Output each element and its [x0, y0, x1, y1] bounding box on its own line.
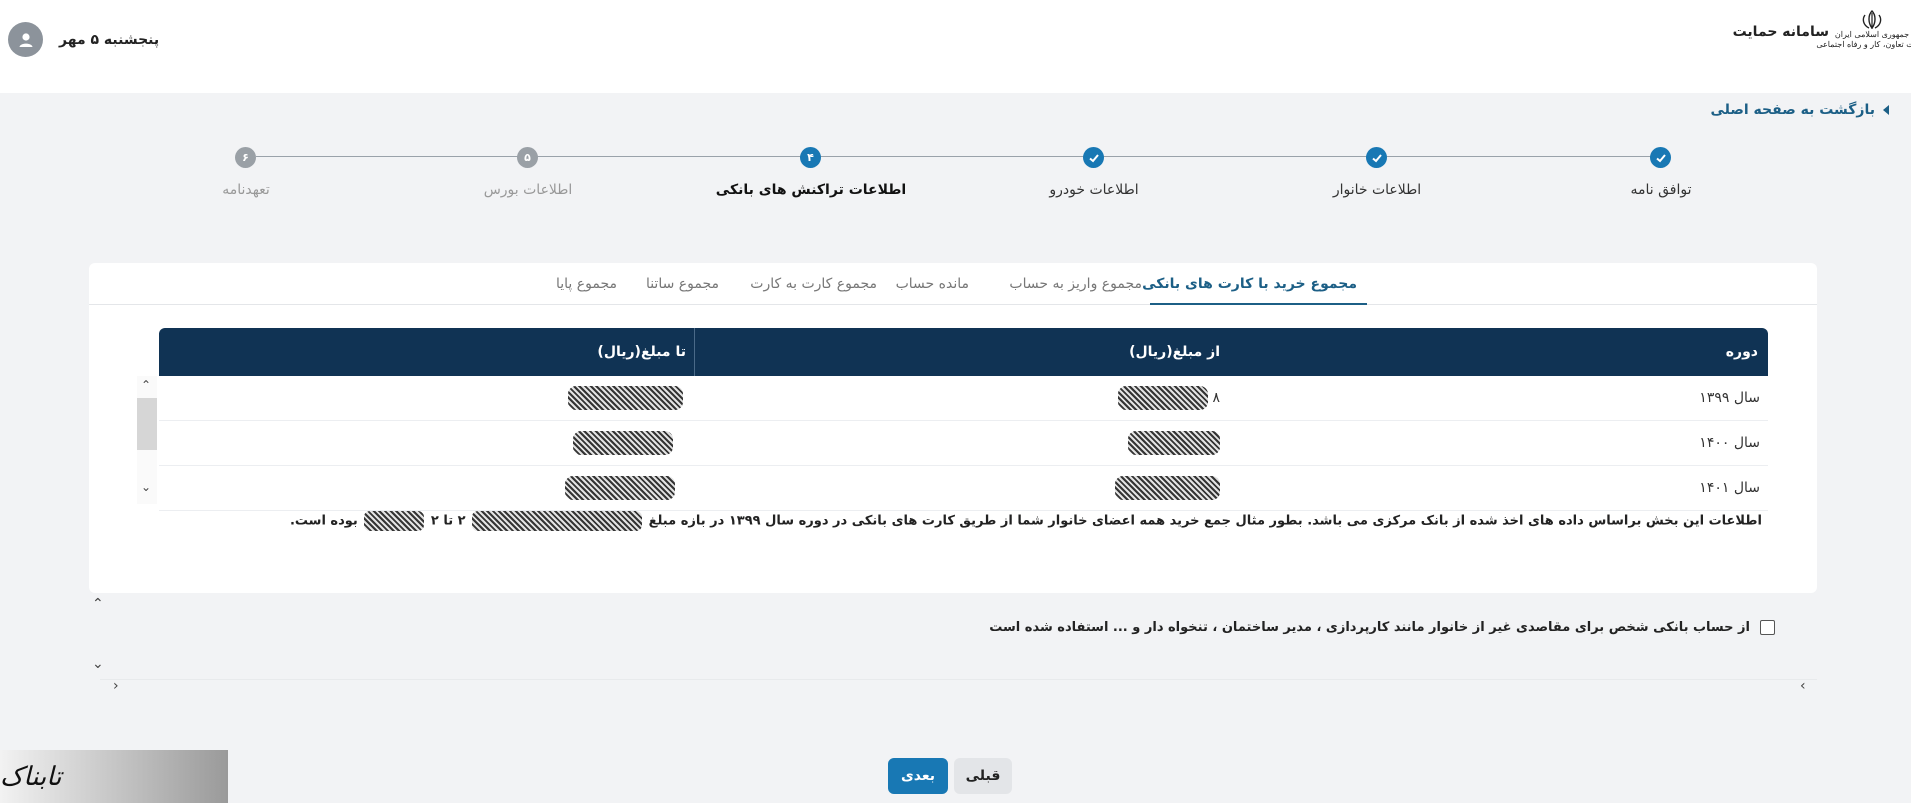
step-4-label: اطلاعات تراکنش های بانکی: [715, 182, 907, 198]
step-4-dot: ۴: [800, 147, 821, 168]
table-header: دوره از مبلغ(ریال) تا مبلغ(ریال): [159, 328, 1768, 376]
table-row: سال ۱۳۹۹ ۸: [159, 376, 1768, 421]
redacted-amount: [472, 511, 643, 531]
header-to-amount: تا مبلغ(ریال): [597, 344, 686, 360]
table-vertical-scrollbar[interactable]: ⌃ ⌄: [137, 376, 157, 504]
redacted-to-amount: [568, 386, 683, 410]
step-5-dot: ۵: [517, 147, 538, 168]
check-icon: [1088, 153, 1099, 162]
tab-account-balance[interactable]: مانده حساب: [896, 276, 969, 292]
chevron-right-icon[interactable]: ›: [1800, 678, 1806, 694]
tab-card-purchases[interactable]: مجموع خرید با کارت های بانکی: [1142, 276, 1357, 292]
step-2-dot: [1366, 147, 1387, 168]
stepper-line: [256, 156, 1670, 157]
watermark-logo: تابناک: [0, 750, 228, 803]
transactions-card: مجموع خرید با کارت های بانکی مجموع واریز…: [89, 263, 1817, 593]
redacted-from-amount: [1115, 476, 1220, 500]
tab-card-to-card[interactable]: مجموع کارت به کارت: [750, 276, 877, 292]
stepper: توافق نامه اطلاعات خانوار اطلاعات خودرو …: [0, 142, 1911, 212]
step-3-dot: [1083, 147, 1104, 168]
redacted-amount: [364, 511, 425, 531]
header-separator: [694, 328, 695, 376]
info-note: اطلاعات این بخش براساس داده های اخذ شده …: [290, 511, 1762, 531]
table-body: سال ۱۳۹۹ ۸ سال ۱۴۰۰ سال ۱۴۰۱ ⌃ ⌄: [137, 376, 1768, 511]
watermark-text: تابناک: [0, 761, 62, 792]
check-icon: [1655, 153, 1666, 162]
chevron-down-icon[interactable]: ⌄: [92, 656, 104, 672]
tab-bar: مجموع خرید با کارت های بانکی مجموع واریز…: [89, 263, 1817, 305]
user-icon: [19, 32, 32, 47]
active-tab-underline: [1150, 303, 1367, 305]
personal-use-checkbox[interactable]: [1760, 620, 1775, 635]
tab-paya[interactable]: مجموع پایا: [556, 276, 617, 292]
ministry-top-text: جمهوری اسلامی ایران: [1834, 30, 1910, 39]
options-panel: ⌃ ⌄ از حساب بانکی شخص برای مقاصدی غیر از…: [92, 596, 1817, 680]
checkbox-label: از حساب بانکی شخص برای مقاصدی غیر از خان…: [989, 620, 1750, 635]
scroll-up-icon[interactable]: ⌃: [141, 378, 151, 392]
info-note-range: ۲ تا ۲: [430, 513, 466, 529]
info-note-text: اطلاعات این بخش براساس داده های اخذ شده …: [648, 513, 1762, 529]
chevron-left-icon[interactable]: ‹: [113, 678, 119, 694]
table-row: سال ۱۴۰۰: [159, 421, 1768, 466]
step-3-label: اطلاعات خودرو: [1049, 182, 1139, 198]
scroll-thumb[interactable]: [137, 398, 157, 450]
back-link-label: بازگشت به صفحه اصلی: [1710, 102, 1875, 118]
emblem-icon: [1862, 10, 1882, 30]
transactions-table: دوره از مبلغ(ریال) تا مبلغ(ریال) سال ۱۳۹…: [137, 328, 1768, 511]
next-button[interactable]: بعدی: [888, 758, 948, 794]
scroll-down-icon[interactable]: ⌄: [141, 480, 151, 494]
period-cell: سال ۱۴۰۱: [1699, 480, 1760, 496]
from-amount-suffix: ۸: [1212, 390, 1220, 406]
tab-satna[interactable]: مجموع ساتنا: [646, 276, 719, 292]
avatar[interactable]: [8, 22, 43, 57]
tab-account-deposits[interactable]: مجموع واریز به حساب: [1009, 276, 1142, 292]
redacted-from-amount: [1128, 431, 1220, 455]
personal-use-checkbox-row[interactable]: از حساب بانکی شخص برای مقاصدی غیر از خان…: [989, 620, 1775, 635]
user-date: پنجشنبه ۵ مهر: [59, 31, 160, 48]
app-title: سامانه حمایت: [1732, 24, 1829, 40]
step-1-label: توافق نامه: [1630, 182, 1692, 198]
previous-button[interactable]: قبلی: [954, 758, 1012, 794]
ministry-name: وزارت تعاون، کار و رفاه اجتماعی: [1816, 40, 1911, 49]
step-2-label: اطلاعات خانوار: [1332, 182, 1422, 198]
period-cell: سال ۱۴۰۰: [1699, 435, 1760, 451]
step-1-dot: [1650, 147, 1671, 168]
redacted-to-amount: [565, 476, 675, 500]
header-period: دوره: [1725, 344, 1758, 360]
header-from-amount: از مبلغ(ریال): [1129, 344, 1220, 360]
chevron-up-icon[interactable]: ⌃: [92, 596, 104, 612]
period-cell: سال ۱۳۹۹: [1699, 390, 1760, 406]
user-area[interactable]: پنجشنبه ۵ مهر: [8, 22, 159, 57]
redacted-to-amount: [573, 431, 673, 455]
top-header: جمهوری اسلامی ایران وزارت تعاون، کار و ر…: [0, 0, 1911, 93]
redacted-from-amount: [1118, 386, 1208, 410]
info-note-end: بوده است.: [289, 513, 358, 529]
brand: جمهوری اسلامی ایران وزارت تعاون، کار و ر…: [1732, 10, 1911, 64]
back-to-home-link[interactable]: بازگشت به صفحه اصلی: [1710, 102, 1889, 118]
step-6-label: تعهدنامه: [222, 182, 270, 198]
ministry-emblem: جمهوری اسلامی ایران وزارت تعاون، کار و ر…: [1816, 10, 1911, 64]
caret-left-icon: [1883, 105, 1889, 115]
step-5-label: اطلاعات بورس: [483, 182, 573, 198]
step-6-dot: ۶: [235, 147, 256, 168]
check-icon: [1371, 153, 1382, 162]
table-row: سال ۱۴۰۱: [159, 466, 1768, 511]
